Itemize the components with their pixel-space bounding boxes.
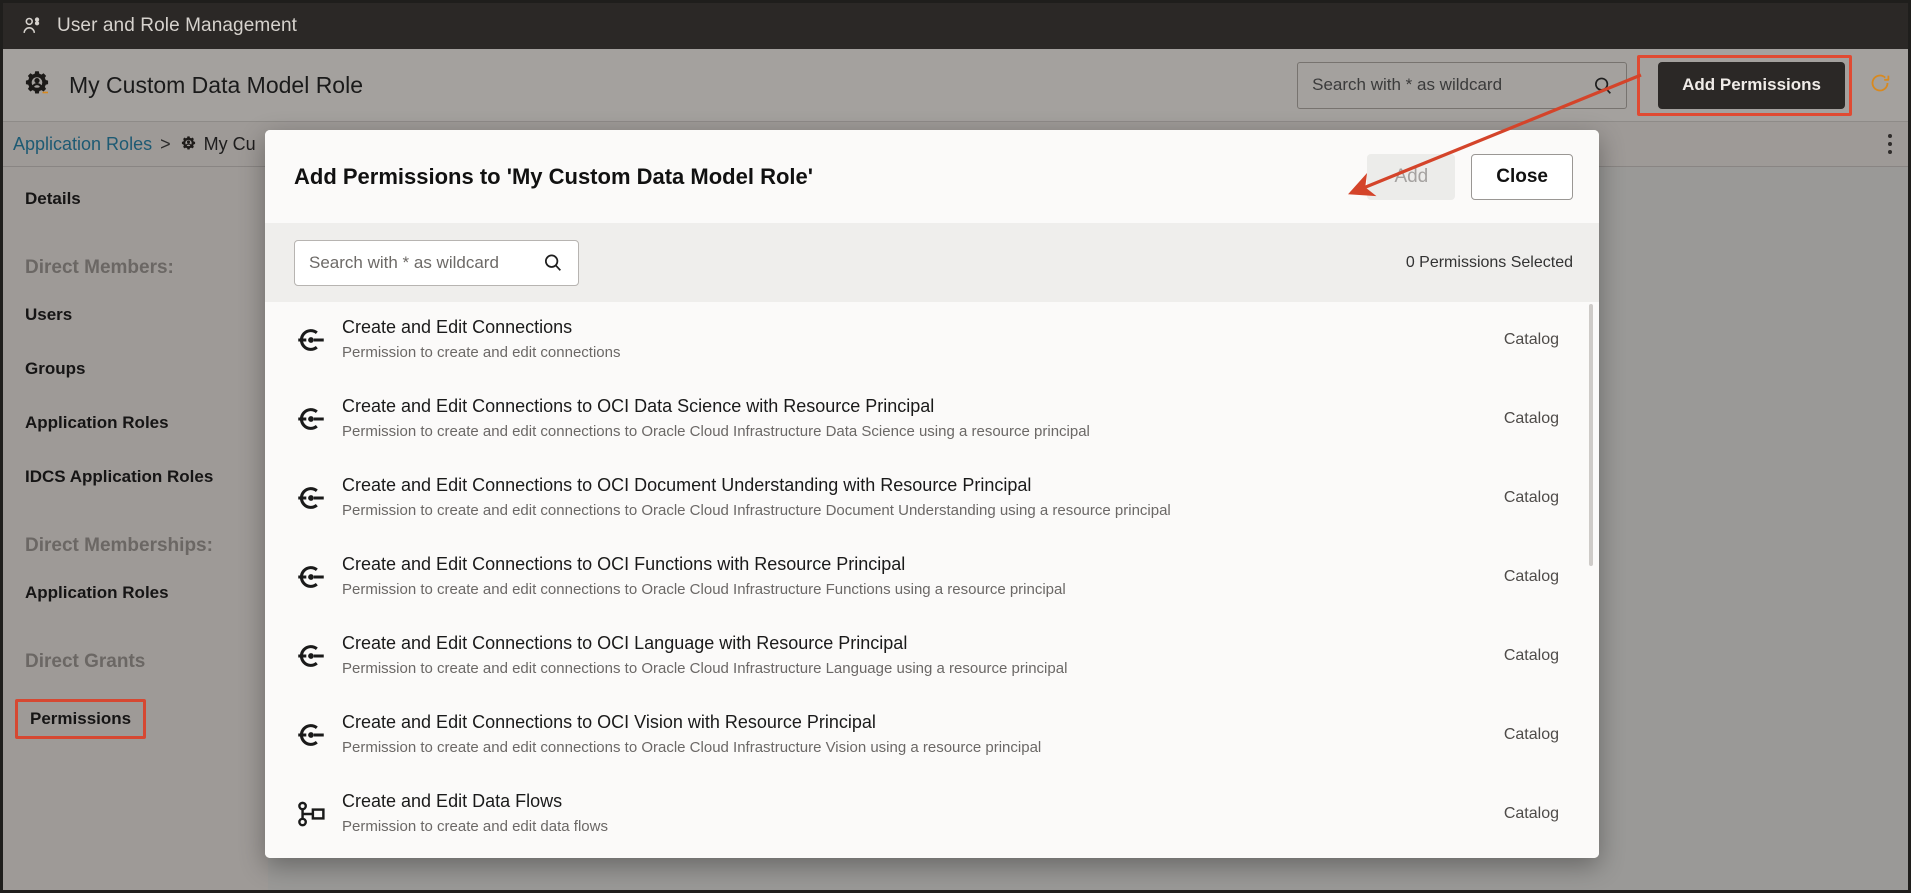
sidebar-item-users: Users	[25, 305, 268, 359]
page-title: My Custom Data Model Role	[69, 71, 363, 98]
top-search-box[interactable]	[1297, 61, 1628, 109]
permission-row[interactable]: Create and Edit Connections to OCI Data …	[265, 381, 1599, 460]
permission-title: Create and Edit Connections to OCI Docum…	[342, 475, 1032, 495]
selected-count-label: 0 Permissions Selected	[1405, 253, 1573, 271]
dialog-toolbar: 0 Permissions Selected	[265, 223, 1599, 302]
sidebar-item-idcs-application-roles: IDCS Application Roles	[25, 467, 268, 521]
permission-category: Catalog	[1503, 805, 1559, 822]
permission-row-body: Create and Edit Connections to OCI Funct…	[342, 553, 1482, 599]
dataflow-icon	[296, 790, 342, 829]
permission-row[interactable]: Create and Edit Connections to OCI Langu…	[265, 618, 1599, 697]
add-permissions-button[interactable]: Add Permissions	[1658, 61, 1845, 109]
permission-description: Permission to create and edit connection…	[342, 738, 1042, 756]
permission-row[interactable]: Create and Edit Connections to OCI Docum…	[265, 460, 1599, 539]
permission-title: Create and Edit Connections to OCI Funct…	[342, 554, 906, 574]
kebab-menu-icon[interactable]	[1888, 134, 1892, 154]
permission-category: Catalog	[1503, 647, 1559, 664]
dialog-add-button[interactable]: Add	[1367, 153, 1456, 200]
page-header-actions: Add Permissions	[1297, 54, 1908, 116]
permission-description: Permission to create and edit connection…	[342, 422, 1090, 440]
permission-row[interactable]: Create and Edit Data Flows Permission to …	[265, 776, 1599, 855]
permission-title: Create and Edit Connections to OCI Langu…	[342, 633, 908, 653]
permissions-list-container: Create and Edit Connections Permission to…	[265, 302, 1599, 858]
dialog-search-input[interactable]	[309, 252, 564, 273]
connection-icon	[296, 553, 342, 592]
permission-title: Create and Edit Connections	[342, 317, 573, 337]
permission-description: Permission to create and edit data flows	[342, 817, 608, 835]
permission-title: Create and Edit Connections to OCI Data …	[342, 396, 935, 416]
app-bar-title: User and Role Management	[57, 15, 298, 36]
permission-category: Catalog	[1503, 331, 1559, 348]
permissions-list: Create and Edit Connections Permission to…	[265, 302, 1599, 855]
app-bar: User and Role Management	[3, 3, 1908, 49]
permission-category: Catalog	[1503, 726, 1559, 743]
sidebar-item-label[interactable]: Application Roles	[25, 583, 169, 603]
role-gear-icon	[179, 135, 204, 154]
permission-row[interactable]: Create and Edit Connections to OCI Funct…	[265, 539, 1599, 618]
breadcrumb-current: My Cu	[203, 133, 256, 154]
permission-description: Permission to create and edit connection…	[342, 659, 1068, 677]
permission-row-body: Create and Edit Connections to OCI Langu…	[342, 632, 1482, 678]
dialog-title: Add Permissions to 'My Custom Data Model…	[294, 163, 813, 189]
permission-description: Permission to create and edit connection…	[342, 501, 1171, 519]
permission-row-body: Create and Edit Data Flows Permission to …	[342, 790, 1482, 836]
sidebar-group-direct-members: Direct Members:	[25, 257, 174, 278]
sidebar-item-details: Details	[25, 189, 268, 243]
permission-title: Create and Edit Data Flows	[342, 791, 563, 811]
permission-row-body: Create and Edit Connections to OCI Data …	[342, 395, 1482, 441]
dialog-header: Add Permissions to 'My Custom Data Model…	[265, 130, 1599, 223]
permissions-scrollbar-thumb[interactable]	[1589, 304, 1593, 566]
sidebar-group-direct-memberships: Direct Memberships:	[25, 535, 213, 556]
sidebar-item-application-roles: Application Roles	[25, 413, 268, 467]
dialog-actions: Add Close	[1367, 153, 1573, 200]
permission-title: Create and Edit Connections to OCI Visio…	[342, 712, 876, 732]
refresh-icon[interactable]	[1868, 71, 1892, 100]
sidebar-item-memberships-application-roles: Application Roles	[25, 583, 268, 637]
permission-row-body: Create and Edit Connections to OCI Visio…	[342, 711, 1482, 757]
permission-category: Catalog	[1503, 410, 1559, 427]
connection-icon	[296, 395, 342, 434]
dialog-close-button[interactable]: Close	[1471, 153, 1573, 200]
permission-row-body: Create and Edit Connections Permission to…	[342, 316, 1482, 362]
sidebar: Details Direct Members: Users Groups App…	[3, 167, 268, 890]
sidebar-item-label[interactable]: Users	[25, 305, 72, 325]
permission-category: Catalog	[1503, 489, 1559, 506]
add-permissions-highlight: Add Permissions	[1637, 54, 1852, 116]
connection-icon	[296, 316, 342, 355]
page-header: My Custom Data Model Role Add Permission…	[3, 49, 1908, 122]
users-icon	[21, 15, 43, 37]
sidebar-item-label[interactable]: Permissions	[15, 699, 147, 739]
refresh-button[interactable]	[1868, 71, 1892, 100]
permission-row[interactable]: Create and Edit Connections Permission to…	[265, 302, 1599, 381]
sidebar-item-label[interactable]: Application Roles	[25, 413, 169, 433]
search-icon[interactable]	[1592, 75, 1614, 102]
app-window: User and Role Management My Custom Data …	[0, 0, 1911, 893]
connection-icon	[296, 474, 342, 513]
permission-row[interactable]: Create and Edit Connections to OCI Visio…	[265, 697, 1599, 776]
connection-icon	[296, 632, 342, 671]
dialog-search-box[interactable]	[294, 239, 579, 286]
sidebar-group-direct-grants: Direct Grants	[25, 651, 146, 672]
permission-description: Permission to create and edit connection…	[342, 580, 1066, 598]
sidebar-item-label[interactable]: IDCS Application Roles	[25, 467, 213, 487]
top-search-input[interactable]	[1312, 75, 1613, 95]
connection-icon	[296, 711, 342, 750]
permission-description: Permission to create and edit connection…	[342, 343, 621, 361]
breadcrumb-link-application-roles[interactable]: Application Roles	[13, 134, 152, 155]
permission-category: Catalog	[1503, 568, 1559, 585]
sidebar-item-label[interactable]: Details	[25, 189, 81, 209]
sidebar-item-permissions: Permissions	[15, 699, 268, 773]
sidebar-item-label[interactable]: Groups	[25, 359, 85, 379]
add-permissions-dialog: Add Permissions to 'My Custom Data Model…	[265, 130, 1599, 858]
role-gear-icon	[3, 69, 53, 101]
search-icon[interactable]	[542, 252, 564, 279]
sidebar-item-groups: Groups	[25, 359, 268, 413]
breadcrumb-separator: >	[160, 133, 171, 154]
permission-row-body: Create and Edit Connections to OCI Docum…	[342, 474, 1482, 520]
